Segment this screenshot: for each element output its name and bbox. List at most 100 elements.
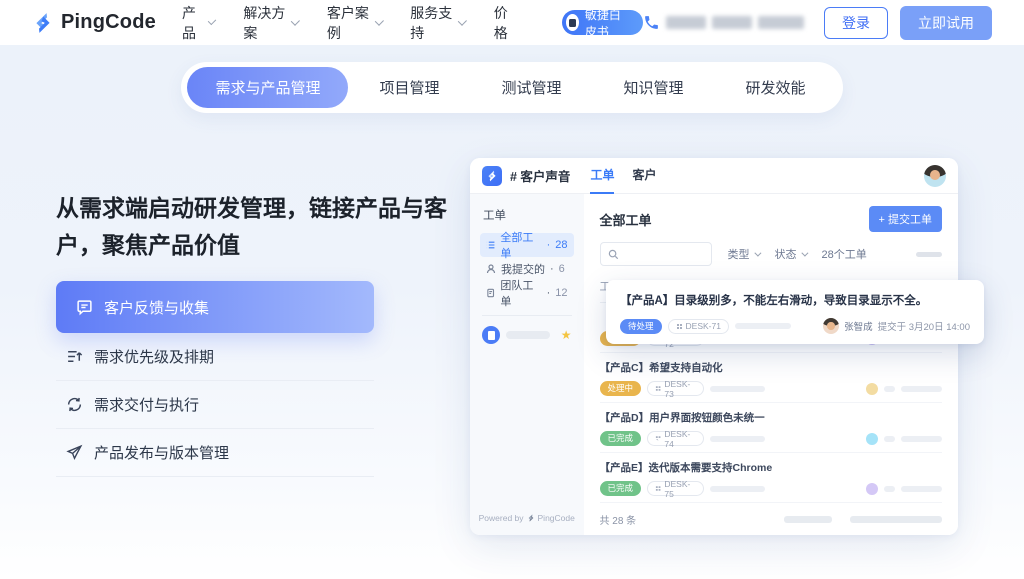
nav-label: 产品 xyxy=(182,3,203,43)
tab-knowledge-mgmt[interactable]: 知识管理 xyxy=(593,67,715,108)
status-badge: 待处理 xyxy=(620,319,662,334)
feature-label: 产品发布与版本管理 xyxy=(94,442,229,463)
pingcode-logo[interactable]: PingCode xyxy=(32,11,156,34)
divider xyxy=(482,315,572,316)
mockup-sidebar: 工单 全部工单 · 28 我提交的 · xyxy=(470,194,584,535)
chevron-down-icon xyxy=(801,249,808,256)
priority-icon xyxy=(66,348,83,365)
grid-icon xyxy=(655,485,661,492)
table-row[interactable]: 【产品D】用户界面按钮颜色未统一 已完成 DESK-74 xyxy=(600,403,943,453)
assignee-dot xyxy=(866,483,878,495)
feature-delivery-execution[interactable]: 需求交付与执行 xyxy=(56,381,374,429)
chevron-down-icon xyxy=(208,17,217,26)
mockup-tab-tickets[interactable]: 工单 xyxy=(590,158,614,194)
placeholder-bar xyxy=(884,486,895,492)
assignee-dot xyxy=(866,433,878,445)
user-avatar[interactable] xyxy=(924,165,946,187)
feature-release-version[interactable]: 产品发布与版本管理 xyxy=(56,429,374,477)
status-badge: 处理中 xyxy=(600,381,642,396)
ticket-id-badge: DESK-71 xyxy=(668,319,729,334)
status-badge: 已完成 xyxy=(600,431,642,446)
feature-label: 需求优先级及排期 xyxy=(94,346,214,367)
comment-icon xyxy=(76,299,93,316)
nav-item-pricing[interactable]: 价格 xyxy=(494,3,516,43)
search-input[interactable] xyxy=(600,242,712,266)
mockup-main: 全部工单 + 提交工单 类型 xyxy=(584,194,959,535)
feature-priority-scheduling[interactable]: 需求优先级及排期 xyxy=(56,333,374,381)
tooltip-ticket-title: 【产品A】目录级别多，不能左右滑动，导致目录显示不全。 xyxy=(620,292,970,308)
mockup-tabs: 工单 客户 xyxy=(590,158,656,194)
try-now-button[interactable]: 立即试用 xyxy=(900,6,992,40)
nav-item-solutions[interactable]: 解决方案 xyxy=(243,3,296,43)
phone-number-redacted xyxy=(666,16,706,29)
nav-label: 价格 xyxy=(494,3,516,43)
sidebar-item-count: 28 xyxy=(555,239,567,251)
placeholder-bar xyxy=(901,436,942,442)
sidebar-title: 工单 xyxy=(483,207,574,223)
sidebar-item-count: 6 xyxy=(559,263,565,275)
author-avatar xyxy=(823,318,839,334)
tab-project-mgmt[interactable]: 项目管理 xyxy=(348,67,470,108)
whitepaper-badge[interactable]: 敏捷白皮书 xyxy=(562,10,643,35)
ticket-tooltip-card[interactable]: 【产品A】目录级别多，不能左右滑动，导致目录显示不全。 待处理 DESK-71 … xyxy=(606,280,984,344)
powered-by-label: Powered by xyxy=(479,513,524,523)
nav-label: 服务支持 xyxy=(410,3,453,43)
placeholder-bar xyxy=(916,252,942,257)
grid-icon xyxy=(655,435,661,442)
workspace-title: # 客户声音 xyxy=(510,166,570,185)
dot-separator: · xyxy=(550,263,554,275)
ticket-id-badge: DESK-74 xyxy=(647,431,704,446)
top-navigation: PingCode 产品 解决方案 客户案例 服务支持 价格 敏捷白皮书 xyxy=(0,0,1024,45)
filter-label: 状态 xyxy=(775,246,797,262)
tab-dev-efficiency[interactable]: 研发效能 xyxy=(715,67,837,108)
table-row[interactable]: 【产品C】希望支持自动化 处理中 DESK-73 xyxy=(600,353,943,403)
ticket-id: DESK-75 xyxy=(664,479,696,499)
placeholder-bar xyxy=(850,516,942,523)
pingcode-app-icon xyxy=(482,166,502,186)
placeholder-bar xyxy=(884,386,895,392)
whitepaper-label: 敏捷白皮书 xyxy=(585,6,631,40)
submit-ticket-button[interactable]: + 提交工单 xyxy=(869,206,942,232)
phone-icon xyxy=(643,14,660,31)
dot-separator: · xyxy=(547,287,551,299)
chevron-down-icon xyxy=(291,17,300,26)
sidebar-item-all-tickets[interactable]: 全部工单 · 28 xyxy=(480,233,574,257)
filter-status[interactable]: 状态 xyxy=(775,246,806,262)
tab-test-mgmt[interactable]: 测试管理 xyxy=(470,67,592,108)
nav-item-cases[interactable]: 客户案例 xyxy=(327,3,380,43)
sidebar-item-label: 团队工单 xyxy=(500,277,541,309)
nav-item-support[interactable]: 服务支持 xyxy=(410,3,463,43)
feature-customer-feedback[interactable]: 客户反馈与收集 xyxy=(56,281,374,333)
chevron-down-icon xyxy=(374,17,383,26)
placeholder-bar xyxy=(710,436,765,442)
phone-contact xyxy=(643,14,804,31)
nav-item-products[interactable]: 产品 xyxy=(182,3,213,43)
sidebar-item-label: 全部工单 xyxy=(500,229,541,261)
document-icon xyxy=(486,288,495,298)
project-item[interactable]: ★ xyxy=(480,326,574,344)
nav-menu: 产品 解决方案 客户案例 服务支持 价格 敏捷白皮书 xyxy=(182,3,643,43)
tab-requirements-product[interactable]: 需求与产品管理 xyxy=(187,67,348,108)
book-icon xyxy=(566,14,579,31)
chevron-down-icon xyxy=(458,17,467,26)
placeholder-bar xyxy=(710,486,765,492)
login-button[interactable]: 登录 xyxy=(824,7,888,39)
ticket-title: 【产品D】用户界面按钮颜色未统一 xyxy=(600,410,943,425)
table-row[interactable]: 【产品E】迭代版本需要支持Chrome 已完成 DESK-75 xyxy=(600,453,943,502)
sidebar-item-team-tickets[interactable]: 团队工单 · 12 xyxy=(480,281,574,305)
feature-label: 客户反馈与收集 xyxy=(104,297,209,318)
project-icon xyxy=(482,326,500,344)
nav-label: 客户案例 xyxy=(327,3,370,43)
person-icon xyxy=(486,264,496,274)
dot-separator: · xyxy=(547,239,551,251)
ticket-id: DESK-74 xyxy=(664,429,696,449)
list-icon xyxy=(486,240,495,250)
star-icon[interactable]: ★ xyxy=(561,328,572,342)
mockup-tab-customers[interactable]: 客户 xyxy=(632,158,656,194)
pingcode-logo-icon xyxy=(32,12,54,34)
nav-right: 登录 立即试用 xyxy=(643,6,992,40)
status-badge: 已完成 xyxy=(600,481,642,496)
placeholder-bar xyxy=(901,386,942,392)
filter-type[interactable]: 类型 xyxy=(728,246,759,262)
placeholder-bar xyxy=(784,516,832,523)
